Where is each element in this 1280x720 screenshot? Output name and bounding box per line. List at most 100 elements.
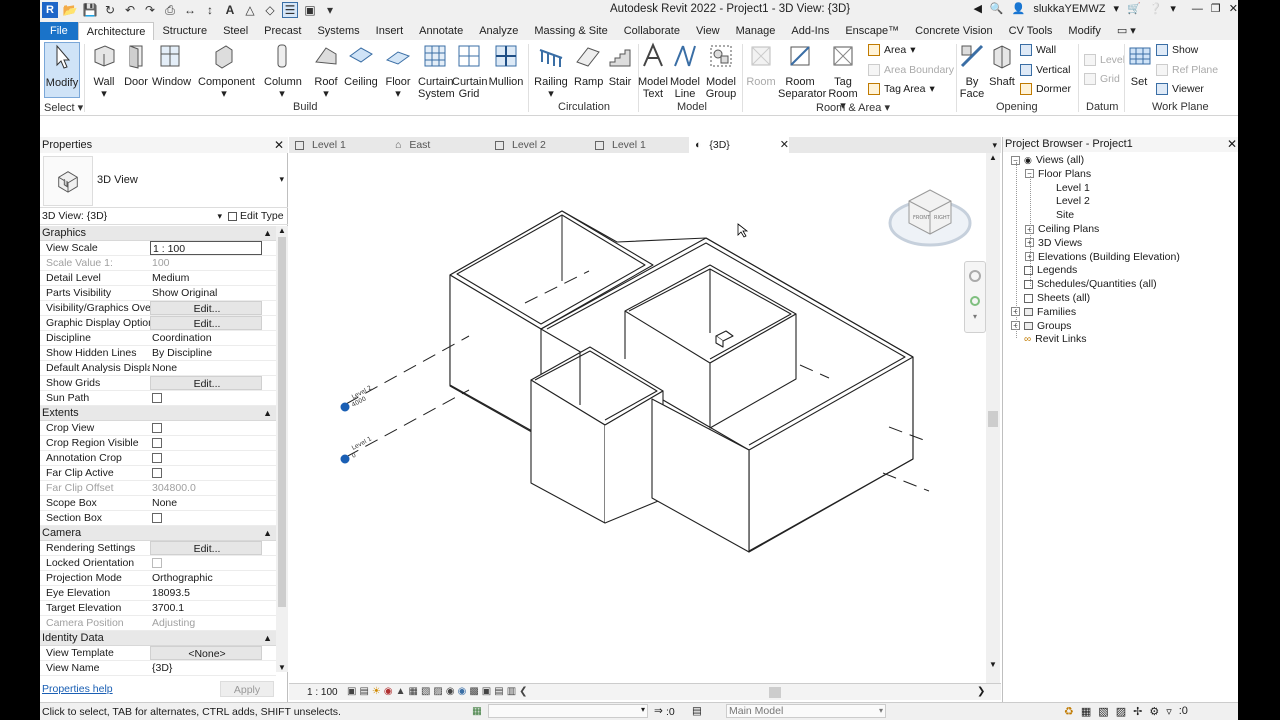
browser-node[interactable]: Level 2 [1043,195,1090,207]
restore-icon[interactable]: ❐ [1211,2,1221,15]
horizontal-scroll-thumb[interactable] [769,687,781,698]
select-links-icon[interactable]: ♻ [1064,705,1074,718]
redo-icon[interactable]: ↷ [142,2,158,18]
property-checkbox-cell[interactable] [150,466,262,480]
property-edit-button[interactable]: Edit... [150,376,262,390]
collapse-icon[interactable]: ▲ [263,526,272,541]
browser-node[interactable]: + Ceiling Plans [1025,223,1099,235]
level-1-head-icon[interactable] [340,454,350,464]
minimize-icon[interactable]: — [1192,3,1203,15]
apply-button[interactable]: Apply [220,681,274,697]
viewcube-right-label[interactable]: RIGHT [934,215,951,221]
property-value[interactable]: {3D} [150,661,262,675]
workset-dropdown[interactable]: ▾ [488,704,648,718]
property-edit-button[interactable]: Edit... [150,541,262,555]
tab-view[interactable]: View [688,22,728,40]
viewcube[interactable]: FRONT RIGHT [888,189,972,247]
scroll-right-icon[interactable]: ❯ [977,686,985,697]
area-button[interactable]: Area ▾ [868,44,915,56]
scroll-up-icon[interactable]: ▲ [276,226,288,235]
sync-icon[interactable]: ↻ [102,2,118,18]
scroll-thumb[interactable] [278,237,286,607]
crop-view-icon[interactable]: ▦ [409,686,418,697]
close-icon[interactable]: ✕ [1227,137,1237,152]
component-button[interactable]: Component ▾ [198,42,255,100]
level-button[interactable]: Level [1084,54,1125,66]
user-icon[interactable]: 👤 [1012,2,1026,15]
show-work-plane-button[interactable]: Show [1156,44,1198,56]
curtain-system-button[interactable]: Curtain System [418,42,455,100]
dormer-button[interactable]: Dormer [1020,83,1071,95]
thin-lines-icon[interactable]: ☰ [282,2,298,18]
tab-precast[interactable]: Precast [256,22,309,40]
select-panel-label[interactable]: Select ▾ [44,101,83,114]
type-selector[interactable]: 3D View ▾ [40,154,288,208]
nav-options-chevron-icon[interactable]: ▾ [965,312,985,321]
collapse-icon[interactable]: ▲ [263,406,272,421]
revit-logo-icon[interactable]: R [42,2,58,18]
property-edit-button[interactable]: Edit... [150,301,262,315]
select-pinned-icon[interactable]: ▧ [1098,705,1108,718]
roof-button[interactable]: Roof ▾ [312,42,340,100]
property-checkbox-cell[interactable] [150,421,262,435]
tab-add-ins[interactable]: Add-Ins [783,22,837,40]
design-option-dropdown[interactable]: Main Model ▾ [726,704,886,718]
property-checkbox[interactable] [152,513,162,523]
temp-properties-icon[interactable]: ▩ [469,686,478,697]
type-dropdown-icon[interactable]: ▾ [279,174,284,185]
property-checkbox[interactable] [152,438,162,448]
ceiling-button[interactable]: Ceiling [344,42,378,88]
instance-filter-select[interactable]: 3D View: {3D} ▾ [42,209,224,224]
shaft-button[interactable]: Shaft [986,42,1018,88]
browser-node[interactable]: Schedules/Quantities (all) [1011,278,1157,290]
tab-enscape[interactable]: Enscape™ [837,22,907,40]
model-group-button[interactable]: Model Group [704,42,738,100]
dimension-icon[interactable]: ↕ [202,2,218,18]
scroll-up-icon[interactable]: ▲ [986,153,1000,162]
railing-button[interactable]: Railing ▾ [534,42,568,100]
render-icon[interactable]: ▲ [396,686,406,697]
view-tab-level-1-b[interactable]: Level 1 [589,137,689,153]
user-menu-chevron-icon[interactable]: ▾ [1113,2,1119,15]
collapse-icon[interactable]: ▲ [263,226,272,241]
temp-hide-icon[interactable]: ◉ [446,686,455,697]
visual-style-icon[interactable]: ▤ [359,686,368,697]
editable-only-icon[interactable]: ⇒ [654,705,663,717]
view-scale[interactable]: 1 : 100 [307,687,338,698]
help-icon[interactable]: ❔ [1149,2,1163,15]
select-by-face-icon[interactable]: ▨ [1116,705,1126,718]
tab-analyze[interactable]: Analyze [471,22,526,40]
column-button[interactable]: Column ▾ [264,42,302,100]
open-icon[interactable]: 📂 [62,2,78,18]
property-checkbox[interactable] [152,468,162,478]
print-icon[interactable]: ⎙ [162,2,178,18]
view-tab-3d[interactable]: ◐ {3D} ✕ [689,137,789,153]
area-boundary-button[interactable]: Area Boundary [868,64,954,76]
save-icon[interactable]: 💾 [82,2,98,18]
worksharing-icon[interactable]: ▣ [482,686,491,697]
tab-modify[interactable]: Modify [1060,22,1108,40]
properties-help-link[interactable]: Properties help [42,683,113,695]
worksets-icon[interactable]: ▦ [472,705,482,717]
tab-steel[interactable]: Steel [215,22,256,40]
door-button[interactable]: Door [122,42,150,88]
stair-button[interactable]: Stair [606,42,634,88]
modify-button[interactable]: Modify [44,42,80,98]
browser-node[interactable]: + Families [1011,306,1076,318]
property-value[interactable]: None [150,496,262,510]
close-tab-icon[interactable]: ✕ [780,137,789,153]
undo-icon[interactable]: ↶ [122,2,138,18]
crop-region-icon[interactable]: ▧ [421,686,430,697]
close-icon[interactable]: ✕ [274,137,284,153]
property-group-header[interactable]: Extents ▲ [40,406,276,421]
room-separator-button[interactable]: Room Separator [778,42,826,100]
default-3d-view-icon[interactable]: △ [242,2,258,18]
search-icon[interactable]: 🔍 [990,2,1004,15]
model-line-button[interactable]: Model Line [670,42,700,100]
view-tab-level-2[interactable]: Level 2 [489,137,589,153]
scroll-down-icon[interactable]: ▼ [276,663,288,672]
wall-button[interactable]: Wall ▾ [90,42,118,100]
tab-insert[interactable]: Insert [368,22,412,40]
property-value[interactable]: 18093.5 [150,586,262,600]
property-group-header[interactable]: Identity Data ▲ [40,631,276,646]
